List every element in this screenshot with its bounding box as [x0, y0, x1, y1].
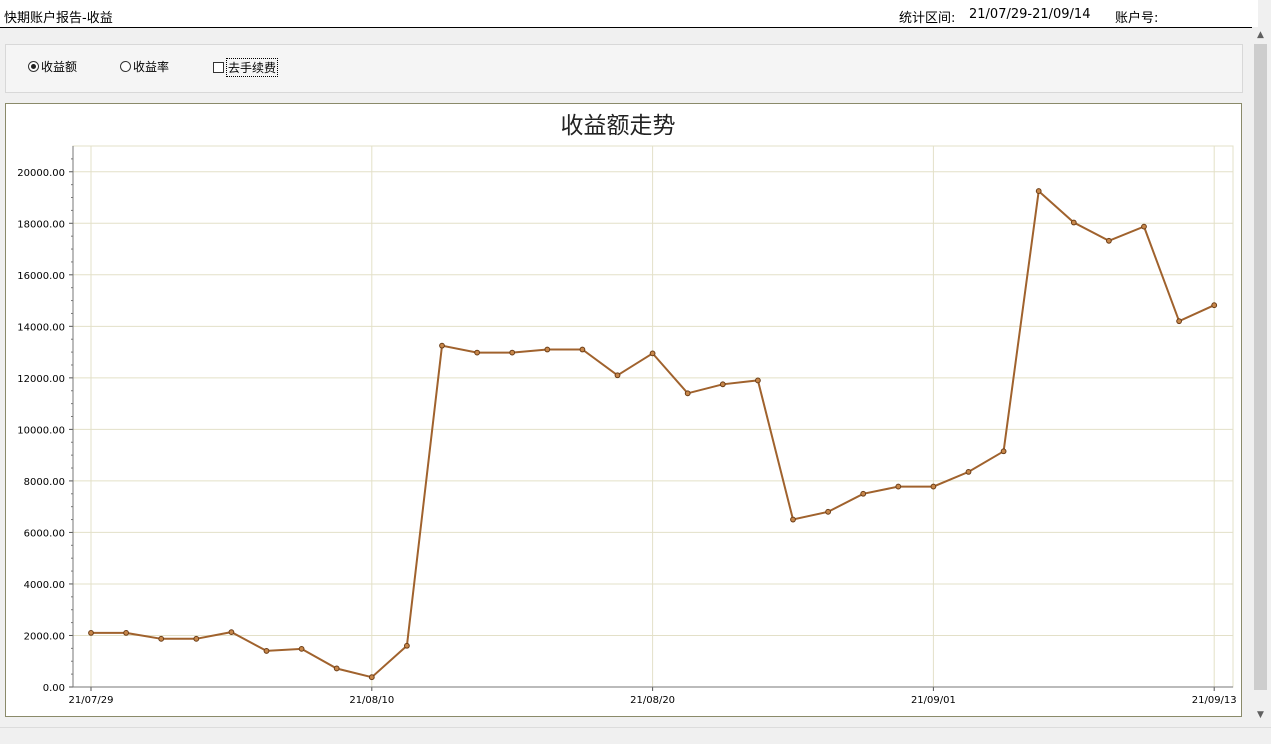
- data-point: [1211, 302, 1218, 309]
- scroll-up-icon[interactable]: ▲: [1252, 27, 1269, 44]
- y-tick-label: 18000.00: [17, 219, 65, 230]
- report-title: 快期账户报告-收益: [4, 11, 113, 26]
- data-point: [649, 350, 656, 357]
- data-point: [123, 630, 129, 636]
- y-tick-label: 8000.00: [24, 477, 65, 488]
- data-point: [263, 648, 270, 654]
- account-value-masked: [1165, 6, 1245, 22]
- income-chart: 收益额走势 0.00 2000.00 4000.00 6000.00 8000.00 10…: [17, 113, 1237, 706]
- y-tick-label: 20000.00: [17, 168, 65, 179]
- x-tick-label: 21/07/29: [69, 695, 114, 706]
- data-point: [193, 635, 200, 642]
- data-point: [930, 483, 937, 490]
- data-point: [1070, 219, 1077, 226]
- radio-rate-indicator[interactable]: [120, 61, 131, 72]
- data-point: [544, 346, 551, 353]
- data-point: [474, 349, 481, 356]
- checkbox-fee-box[interactable]: [213, 62, 224, 73]
- data-point: [228, 629, 235, 636]
- y-tick-label: 16000.00: [17, 271, 65, 282]
- radio-amount-indicator[interactable]: [28, 61, 39, 72]
- y-tick-label: 0.00: [43, 683, 65, 694]
- data-point: [1106, 237, 1112, 244]
- scrollbar-thumb[interactable]: [1254, 44, 1267, 690]
- data-point: [614, 372, 621, 379]
- radio-income-rate[interactable]: 收益率: [120, 58, 169, 75]
- data-point: [825, 508, 831, 515]
- radio-rate-label: 收益率: [133, 60, 170, 74]
- data-point: [1141, 223, 1147, 230]
- x-tick-label: 21/08/20: [630, 695, 675, 706]
- y-tick-label: 14000.00: [17, 322, 65, 333]
- period-value: 21/07/29-21/09/14: [969, 7, 1091, 22]
- scroll-down-icon[interactable]: ▼: [1252, 707, 1269, 724]
- report-header: 快期账户报告-收益 统计区间: 21/07/29-21/09/14 账户号:: [0, 0, 1258, 28]
- x-tick-label: 21/09/13: [1192, 695, 1237, 706]
- x-tick-label: 21/08/10: [349, 695, 394, 706]
- data-point: [404, 642, 410, 649]
- data-point: [1035, 188, 1042, 194]
- x-tick-label: 21/09/01: [911, 695, 956, 706]
- y-tick-label: 12000.00: [17, 374, 65, 385]
- data-point: [860, 490, 867, 497]
- y-tick-label: 6000.00: [24, 528, 65, 539]
- y-tick-label: 10000.00: [17, 425, 65, 436]
- data-point: [790, 516, 796, 523]
- options-panel: 收益额 收益率 去手续费: [5, 44, 1243, 93]
- data-point: [965, 468, 972, 475]
- bottom-status-strip: [0, 727, 1271, 744]
- y-tick-label: 2000.00: [24, 631, 65, 642]
- data-point: [755, 377, 761, 384]
- period-label: 统计区间:: [899, 11, 956, 26]
- account-label: 账户号:: [1115, 11, 1159, 26]
- data-point: [298, 645, 305, 652]
- data-point: [1000, 448, 1007, 455]
- radio-income-amount[interactable]: 收益额: [28, 58, 77, 75]
- data-point: [368, 674, 375, 681]
- data-point: [439, 342, 445, 349]
- chart-container: 收益额走势 0.00 2000.00 4000.00 6000.00 8000.00 10…: [5, 103, 1242, 717]
- data-point: [1176, 318, 1182, 325]
- y-tick-label: 4000.00: [24, 580, 65, 591]
- vertical-scrollbar[interactable]: ▲ ▼: [1252, 27, 1269, 727]
- data-point: [719, 381, 726, 388]
- checkbox-remove-fee[interactable]: 去手续费: [213, 58, 279, 77]
- data-point: [509, 349, 516, 356]
- data-point: [684, 390, 691, 397]
- radio-amount-label: 收益额: [41, 60, 78, 74]
- data-point: [88, 630, 94, 636]
- data-point: [895, 483, 902, 490]
- data-point: [579, 346, 586, 353]
- checkbox-fee-label: 去手续费: [226, 58, 279, 77]
- data-point: [333, 665, 340, 672]
- data-point: [158, 635, 165, 642]
- chart-title: 收益额走势: [561, 113, 676, 139]
